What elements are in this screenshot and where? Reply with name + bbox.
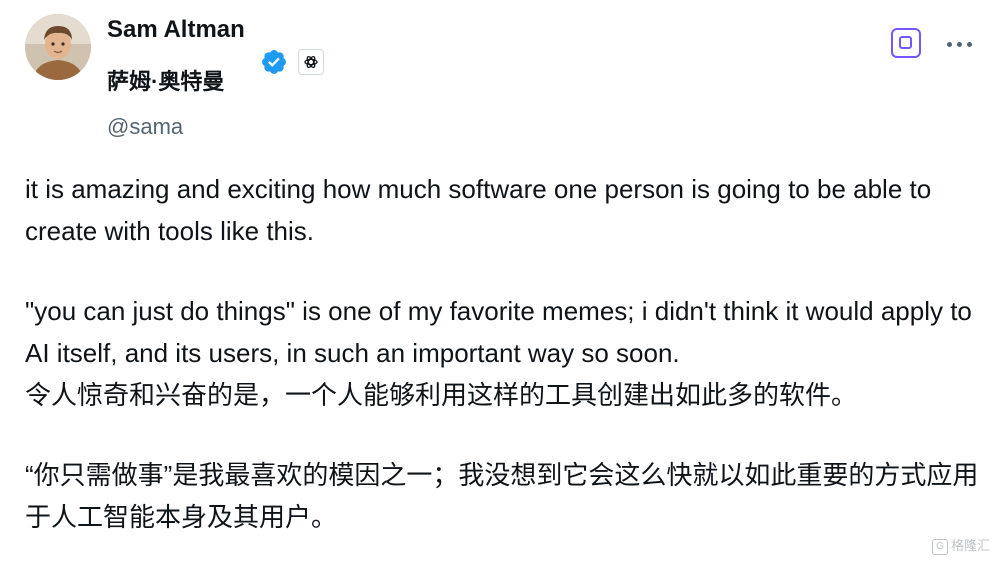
watermark: G 格隆汇 xyxy=(931,535,990,555)
grok-icon xyxy=(899,36,912,49)
watermark-label: 格隆汇 xyxy=(950,538,990,554)
openai-logo-icon xyxy=(304,55,318,69)
author-display-name[interactable]: Sam Altman xyxy=(107,16,245,44)
post-text: it is amazing and exciting how much soft… xyxy=(25,168,985,538)
post-paragraph-translation: 令人惊奇和兴奋的是，一个人能够利用这样的工具创建出如此多的软件。 xyxy=(25,380,858,410)
more-options-button[interactable] xyxy=(945,29,975,59)
author-display-name-translation: 萨姆·奥特曼 xyxy=(107,69,225,94)
post-paragraph-en: "you can just do things" is one of my fa… xyxy=(25,296,972,368)
more-options-icon-dot xyxy=(957,42,962,47)
more-options-icon-dot xyxy=(947,42,952,47)
post-paragraph-en: it is amazing and exciting how much soft… xyxy=(25,174,932,246)
more-options-icon-dot xyxy=(967,42,972,47)
user-avatar-image xyxy=(25,14,91,80)
post-paragraph-translation: “你只需做事”是我最喜欢的模因之一；我没想到它会这么快就以如此重要的方式应用于人… xyxy=(25,460,979,532)
watermark-logo-icon: G xyxy=(931,539,948,555)
author-handle[interactable]: @sama xyxy=(107,114,183,140)
verified-badge-icon xyxy=(262,50,286,74)
avatar[interactable] xyxy=(25,14,91,80)
affiliate-badge[interactable] xyxy=(298,49,324,75)
post-header: Sam Altman 萨姆·奥特曼 @sama xyxy=(25,14,975,144)
grok-button[interactable] xyxy=(891,28,921,58)
